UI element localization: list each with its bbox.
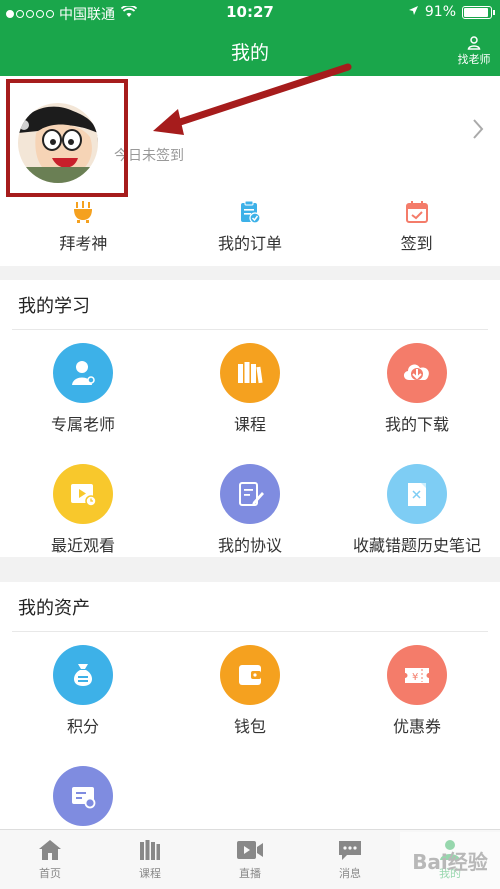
study-item-teacher[interactable]: 专属老师 [0,343,166,435]
study-section: 我的学习 专属老师 课程 我的下载 最近观看 我的协议 收藏错题历史笔记 [0,280,500,557]
battery-percent: 91% [424,4,456,20]
incense-burner-icon [74,201,93,223]
tab-messages[interactable]: 消息 [300,830,400,889]
tab-live[interactable]: 直播 [200,830,300,889]
quick-action-checkin[interactable]: 签到 [333,190,500,266]
live-video-icon [237,841,263,859]
video-clock-icon [53,464,113,524]
teacher-icon [467,36,481,50]
asset-item-label: 钱包 [233,717,266,736]
study-item-label: 我的下载 [384,415,449,434]
study-item-recent[interactable]: 最近观看 [0,464,166,556]
study-item-label: 课程 [233,415,266,434]
notes-icon [387,464,447,524]
money-bag-icon [53,645,113,705]
assets-section-title: 我的资产 [12,582,488,632]
asset-item-label: 积分 [66,717,99,736]
nav-bar: 我的 找老师 [0,26,500,76]
study-item-courses[interactable]: 课程 [167,343,333,435]
message-icon [339,841,361,860]
cloud-download-icon [387,343,447,403]
status-bar: 中国联通 10:27 91% [0,0,500,26]
asset-item-label: 优惠券 [392,717,441,736]
study-section-title: 我的学习 [12,280,488,330]
study-item-downloads[interactable]: 我的下载 [334,343,500,435]
teacher-icon [53,343,113,403]
study-item-agreement[interactable]: 我的协议 [167,464,333,556]
asset-item-wallet[interactable]: 钱包 [167,645,333,737]
tab-label: 直播 [239,867,261,880]
asset-item-card-settings[interactable] [0,766,166,834]
study-item-label: 收藏错题历史笔记 [352,536,481,555]
calendar-check-icon [405,201,428,223]
quick-action-orders[interactable]: 我的订单 [167,190,334,266]
coupon-icon: ¥ [387,645,447,705]
wallet-icon [220,645,280,705]
card-settings-icon [53,766,113,826]
study-item-label: 最近观看 [50,536,115,555]
tab-home[interactable]: 首页 [0,830,100,889]
assets-section: 我的资产 积分 钱包 ¥ 优惠券 [0,582,500,829]
quick-action-worship[interactable]: 拜考神 [0,190,167,266]
asset-item-points[interactable]: 积分 [0,645,166,737]
books-icon [220,343,280,403]
tab-courses[interactable]: 课程 [100,830,200,889]
status-right: 91% [408,4,495,20]
tab-label: 课程 [139,867,161,880]
books-icon [140,840,160,860]
quick-action-label: 拜考神 [59,234,108,253]
study-item-label: 我的协议 [217,536,282,555]
location-arrow-icon [408,4,419,20]
document-edit-icon [220,464,280,524]
highlight-box [6,79,128,197]
order-clipboard-icon [241,200,261,224]
watermark-logo: Bai经验 [400,832,500,889]
tab-label: 首页 [39,867,61,880]
home-icon [39,840,61,860]
find-teacher-label: 找老师 [457,53,491,66]
svg-text:¥: ¥ [412,672,418,683]
quick-actions: 拜考神 我的订单 签到 [0,190,500,266]
page-title: 我的 [230,42,269,64]
quick-action-label: 签到 [400,234,433,253]
battery-icon [462,5,495,19]
quick-action-label: 我的订单 [218,234,283,253]
study-item-label: 专属老师 [50,415,115,434]
chevron-right-icon[interactable] [472,118,484,144]
study-item-notes[interactable]: 收藏错题历史笔记 [334,464,500,556]
find-teacher-button[interactable]: 找老师 [456,36,492,67]
asset-item-coupons[interactable]: ¥ 优惠券 [334,645,500,737]
tab-label: 消息 [339,867,361,880]
